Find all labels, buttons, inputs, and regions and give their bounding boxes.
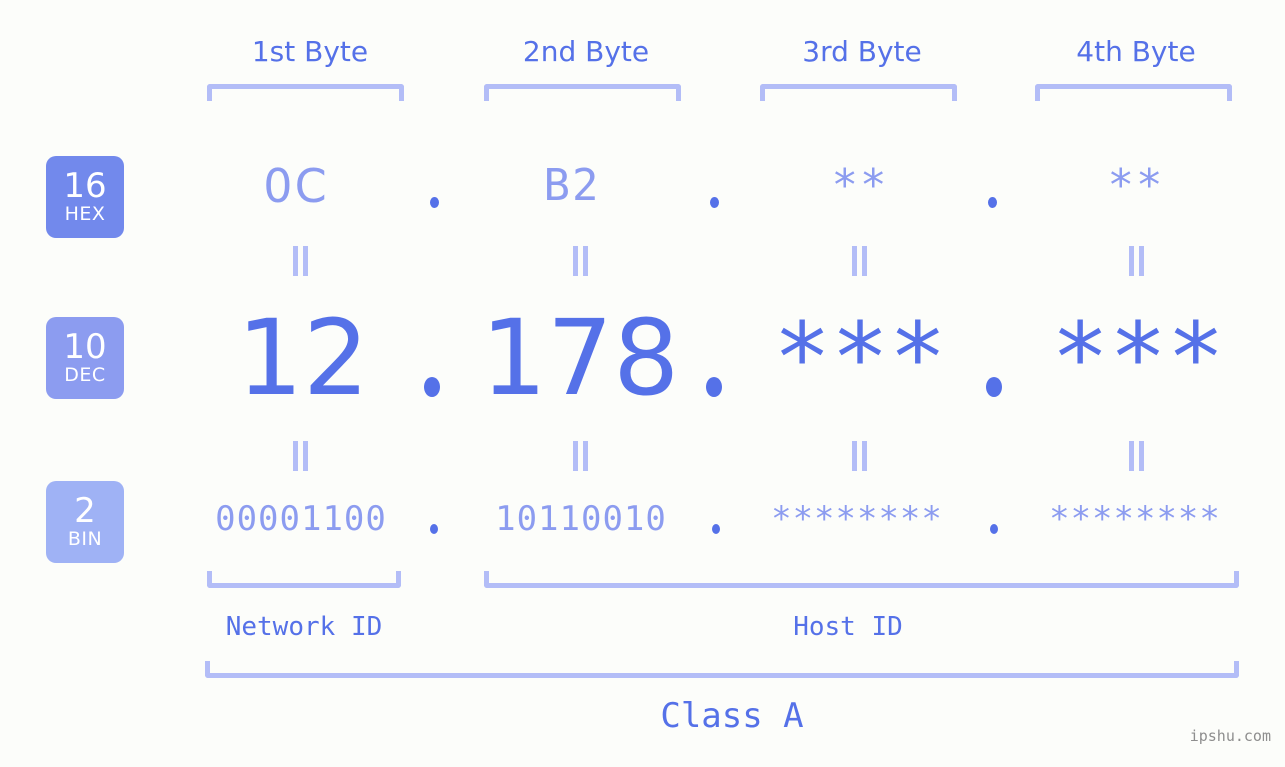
base-badge-hex: 16 HEX <box>46 156 124 238</box>
base-badge-dec-number: 10 <box>63 327 107 367</box>
base-badge-hex-name: HEX <box>64 203 106 225</box>
dec-value-3: *** <box>773 302 947 414</box>
hex-value-2: B2 <box>543 160 601 211</box>
byte-header-label-1: 1st Byte <box>251 35 369 68</box>
bin-value-4: ******** <box>1049 499 1221 539</box>
dec-separator-dot-2 <box>706 377 722 397</box>
dec-value-1: 12 <box>236 297 370 419</box>
dec-separator-dot-1 <box>424 377 440 397</box>
hex-separator-dot-1 <box>430 197 439 208</box>
equals-icon-hex-dec-4 <box>1125 246 1147 276</box>
bin-separator-dot-2 <box>712 524 720 534</box>
host-id-bracket <box>484 571 1239 588</box>
network-id-label: Network ID <box>225 612 383 642</box>
equals-icon-dec-bin-3 <box>848 441 870 471</box>
equals-icon-hex-dec-3 <box>848 246 870 276</box>
dec-value-4: *** <box>1051 302 1225 414</box>
bin-separator-dot-1 <box>430 524 438 534</box>
base-badge-bin-name: BIN <box>67 528 103 550</box>
bin-value-3: ******** <box>771 499 943 539</box>
base-badge-bin: 2 BIN <box>46 481 124 563</box>
class-label: Class A <box>660 696 804 736</box>
equals-icon-dec-bin-2 <box>569 441 591 471</box>
base-badge-hex-number: 16 <box>63 166 107 206</box>
base-badge-dec: 10 DEC <box>46 317 124 399</box>
class-bracket <box>205 661 1239 678</box>
host-id-label: Host ID <box>793 612 903 642</box>
byte-bracket-top-3 <box>760 84 957 101</box>
equals-icon-dec-bin-1 <box>289 441 311 471</box>
hex-value-3: ** <box>831 160 889 211</box>
hex-value-1: 0C <box>263 159 329 213</box>
equals-icon-hex-dec-1 <box>289 246 311 276</box>
equals-icon-dec-bin-4 <box>1125 441 1147 471</box>
dec-separator-dot-3 <box>986 377 1002 397</box>
dec-value-2: 178 <box>480 297 680 419</box>
base-badge-bin-number: 2 <box>74 491 96 531</box>
ip-byte-breakdown-diagram: 1st Byte 2nd Byte 3rd Byte 4th Byte 16 H… <box>0 0 1285 767</box>
byte-header-label-3: 3rd Byte <box>802 35 922 68</box>
bin-separator-dot-3 <box>990 524 998 534</box>
watermark-ipshu: ipshu.com <box>1189 727 1271 745</box>
equals-icon-hex-dec-2 <box>569 246 591 276</box>
base-badge-dec-name: DEC <box>64 364 106 386</box>
byte-bracket-top-2 <box>484 84 681 101</box>
byte-bracket-top-4 <box>1035 84 1232 101</box>
bin-value-2: 10110010 <box>495 499 667 539</box>
byte-header-label-2: 2nd Byte <box>522 35 650 68</box>
hex-separator-dot-3 <box>988 197 997 208</box>
network-id-bracket <box>207 571 401 588</box>
byte-bracket-top-1 <box>207 84 404 101</box>
bin-value-1: 00001100 <box>215 499 387 539</box>
hex-separator-dot-2 <box>710 197 719 208</box>
byte-header-label-4: 4th Byte <box>1076 35 1196 68</box>
hex-value-4: ** <box>1107 160 1165 211</box>
